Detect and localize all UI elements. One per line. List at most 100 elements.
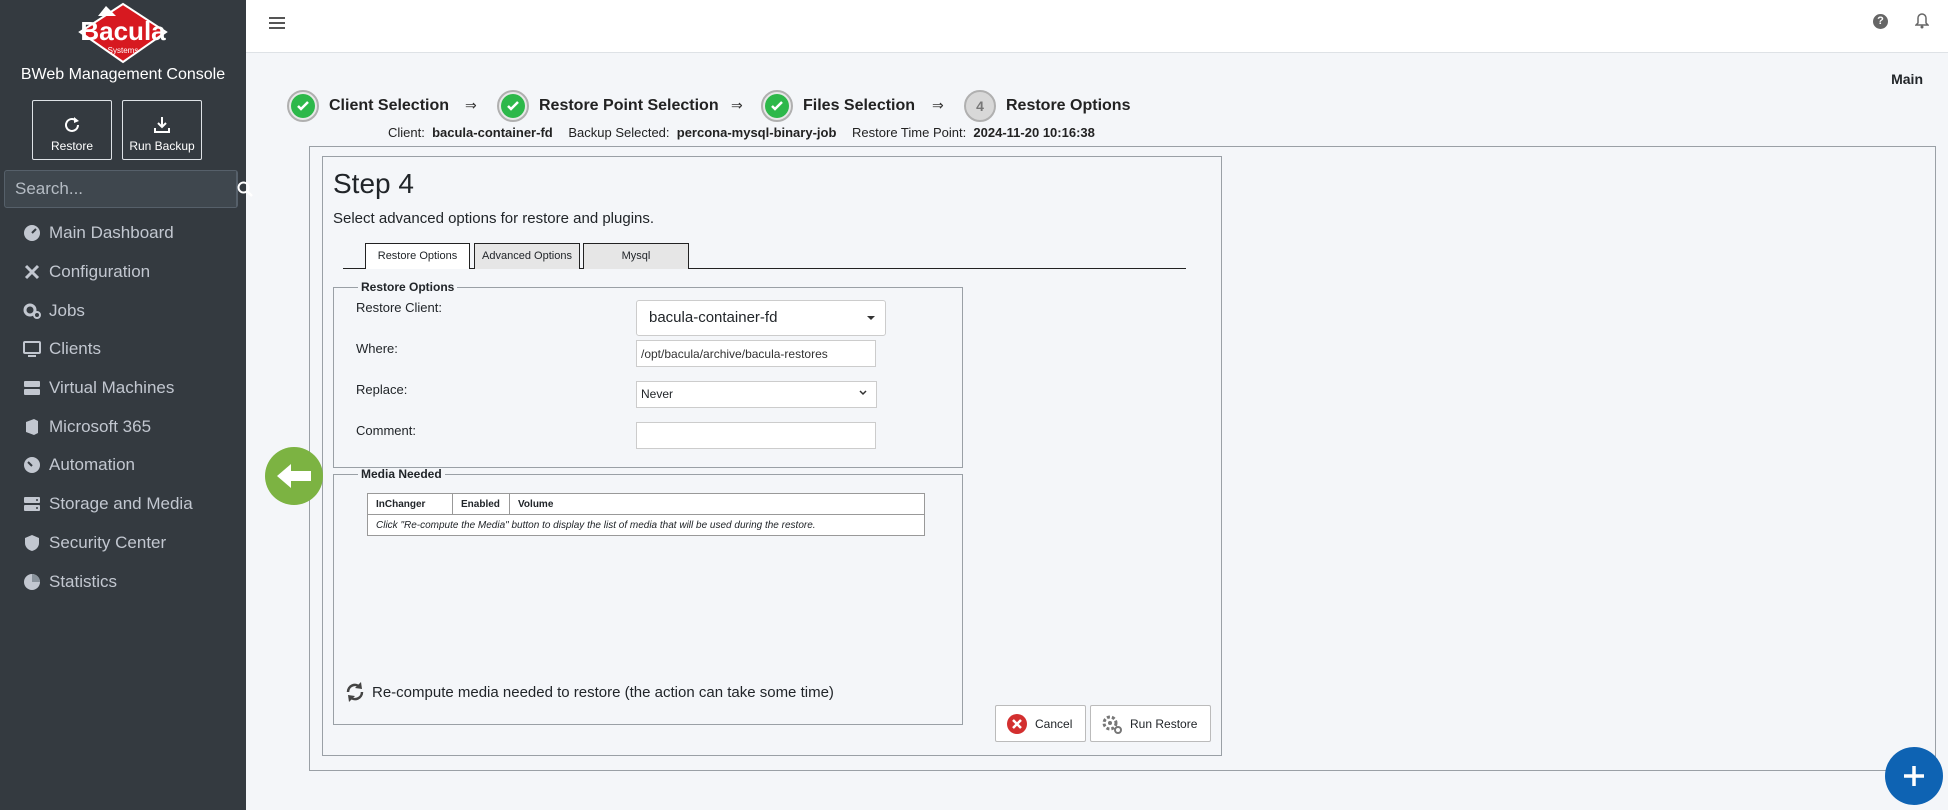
run-restore-label: Run Restore [1130, 716, 1198, 731]
step-label: Client Selection [329, 97, 450, 114]
check-icon [297, 101, 309, 111]
check-icon [507, 101, 519, 111]
replace-label: Replace: [356, 382, 408, 397]
sidebar-item-microsoft-365[interactable]: Microsoft 365 [0, 407, 246, 446]
server-icon [24, 381, 40, 396]
sidebar-item-label: Configuration [49, 262, 151, 282]
tools-icon [24, 264, 40, 280]
office-icon [26, 418, 38, 435]
sidebar-item-automation[interactable]: Automation [0, 446, 246, 485]
restore-quick-button[interactable]: Restore [32, 100, 112, 160]
help-icon[interactable]: ? [1873, 14, 1888, 29]
search-input[interactable] [5, 171, 236, 207]
step-label: Restore Options [1006, 97, 1131, 114]
recompute-media-link[interactable]: Re-compute media needed to restore (the … [344, 681, 834, 703]
column-header-inchanger[interactable]: InChanger [367, 493, 453, 515]
client-label: Client: [388, 125, 425, 140]
tab-advanced-options[interactable]: Advanced Options [474, 243, 580, 269]
cogs-icon [23, 303, 41, 319]
restore-client-label: Restore Client: [356, 300, 442, 315]
check-icon [771, 101, 783, 111]
sidebar-item-configuration[interactable]: Configuration [0, 253, 246, 292]
cancel-label: Cancel [1035, 716, 1073, 731]
refresh-icon [65, 117, 79, 132]
restore-client-select[interactable]: bacula-container-fd [636, 300, 886, 336]
empty-table-message: Click "Re-compute the Media" button to d… [367, 514, 925, 536]
sidebar-item-main-dashboard[interactable]: Main Dashboard [0, 214, 246, 253]
download-icon [154, 117, 170, 133]
replace-select[interactable]: Never [636, 381, 877, 408]
back-button[interactable] [265, 447, 323, 505]
step-label: Files Selection [803, 97, 916, 114]
sync-icon [346, 682, 364, 702]
restore-client-value: bacula-container-fd [649, 309, 778, 326]
logo-subtext: Systems [107, 46, 139, 55]
sidebar-item-storage-and-media[interactable]: Storage and Media [0, 485, 246, 524]
step-done-indicator [497, 90, 529, 122]
arrow-left-icon [277, 464, 311, 488]
shield-icon [25, 534, 39, 551]
step-arrow: ⇒ [465, 97, 477, 113]
comment-input[interactable] [636, 422, 876, 449]
sidebar-item-label: Storage and Media [49, 494, 193, 514]
step-label: Restore Point Selection [539, 97, 719, 114]
desktop-icon [23, 341, 41, 358]
time-value: 2024-11-20 10:16:38 [973, 125, 1095, 140]
tab-restore-options[interactable]: Restore Options [365, 243, 470, 269]
step-done-indicator [761, 90, 793, 122]
search-button[interactable] [236, 171, 253, 207]
logo-text: Bacula [80, 16, 166, 46]
recompute-label: Re-compute media needed to restore (the … [372, 683, 834, 701]
sidebar-item-label: Main Dashboard [49, 223, 174, 243]
tab-mysql[interactable]: Mysql [583, 243, 689, 269]
step-done-indicator [287, 90, 319, 122]
bacula-logo[interactable]: Bacula Systems [76, 2, 170, 64]
restore-quick-label: Restore [50, 139, 94, 153]
media-needed-legend: Media Needed [361, 467, 442, 481]
dashboard-icon [24, 225, 40, 242]
sidebar-item-jobs[interactable]: Jobs [0, 291, 246, 330]
sidebar-item-label: Automation [49, 455, 135, 475]
step-arrow: ⇒ [731, 97, 743, 113]
column-header-volume[interactable]: Volume [509, 493, 925, 515]
table-header-row: InChanger Enabled Volume [367, 493, 925, 515]
step-subtitle: Select advanced options for restore and … [333, 210, 655, 227]
wizard-step-client-selection: Client Selection [287, 90, 449, 122]
sidebar-item-clients[interactable]: Clients [0, 330, 246, 369]
sidebar-item-label: Jobs [49, 300, 85, 320]
sidebar-item-label: Microsoft 365 [49, 416, 152, 436]
step-number-indicator: 4 [964, 90, 996, 122]
media-table: InChanger Enabled Volume Click "Re-compu… [367, 493, 925, 536]
add-fab-button[interactable] [1885, 747, 1943, 805]
sidebar-item-statistics[interactable]: Statistics [0, 562, 246, 601]
client-value: bacula-container-fd [432, 125, 553, 140]
step-arrow: ⇒ [932, 97, 944, 113]
menu-toggle-icon[interactable] [269, 14, 285, 32]
sidebar-item-label: Virtual Machines [49, 378, 175, 398]
where-input[interactable] [636, 340, 876, 367]
wizard-step-restore-options: 4 Restore Options [964, 90, 1130, 122]
run-restore-button[interactable]: Run Restore [1090, 705, 1211, 742]
options-tabs: Restore Options Advanced Options Mysql [343, 243, 1186, 269]
search-icon [237, 181, 253, 197]
breadcrumb: Main [1891, 71, 1923, 87]
cancel-button[interactable]: Cancel [995, 705, 1086, 742]
sidebar-item-label: Security Center [49, 532, 167, 552]
table-row: Click "Re-compute the Media" button to d… [367, 514, 925, 536]
comment-label: Comment: [356, 423, 416, 438]
pie-chart-icon [24, 573, 40, 590]
column-header-enabled[interactable]: Enabled [452, 493, 510, 515]
replace-value: Never [641, 387, 674, 401]
cancel-icon [1007, 713, 1027, 734]
sidebar-item-label: Statistics [49, 571, 118, 591]
plus-icon [1904, 766, 1924, 786]
wizard-step-restore-point: Restore Point Selection [497, 90, 719, 122]
sidebar-item-virtual-machines[interactable]: Virtual Machines [0, 369, 246, 408]
sidebar-item-security-center[interactable]: Security Center [0, 524, 246, 563]
chevron-down-icon [859, 390, 867, 396]
bell-icon[interactable] [1915, 13, 1929, 29]
run-backup-quick-button[interactable]: Run Backup [122, 100, 202, 160]
sidebar-search [4, 170, 253, 208]
backup-label: Backup Selected: [568, 125, 670, 140]
restore-summary: Client: bacula-container-fd Backup Selec… [388, 125, 1107, 140]
